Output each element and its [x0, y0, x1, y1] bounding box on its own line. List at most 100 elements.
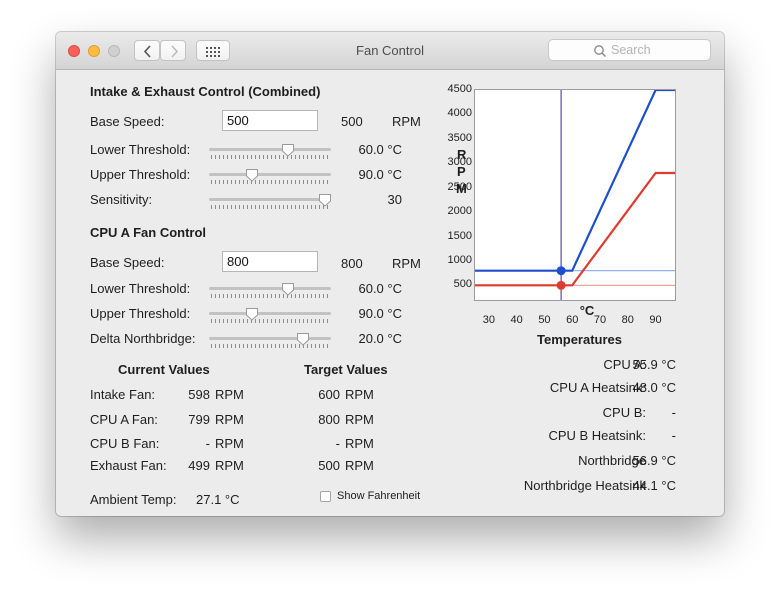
ambient-temp-value: 27.1 °C — [196, 492, 240, 507]
intake-upper-threshold-slider[interactable] — [209, 169, 331, 189]
intake-upper-threshold-label: Upper Threshold: — [90, 167, 191, 182]
delta-northbridge-value: 20.0 °C — [358, 331, 402, 346]
exhaust-fan-current-unit: RPM — [215, 458, 244, 473]
fan-control-window: Fan Control Search Intake & Exhaust Cont… — [56, 32, 724, 516]
y-tick-label: 1500 — [447, 229, 472, 242]
series-line-0 — [475, 90, 675, 272]
intake-lower-threshold-value: 60.0 °C — [358, 142, 402, 157]
grid-icon — [206, 47, 220, 57]
back-arrow-icon — [143, 45, 151, 58]
cpu-a-base-speed-value: 800 — [341, 256, 363, 271]
cpu-b-fan-current: - — [205, 436, 210, 451]
slider-knob[interactable] — [281, 143, 295, 157]
intake-fan-target-unit: RPM — [345, 387, 374, 402]
intake-fan-target: 600 — [318, 387, 340, 402]
cpu-a-fan-current: 799 — [188, 412, 210, 427]
y-tick-label: 500 — [453, 278, 472, 291]
forward-arrow-icon — [171, 45, 179, 58]
fan-curve-plot — [475, 90, 675, 300]
y-tick-label: 3500 — [447, 131, 472, 144]
cpu-a-upper-threshold-value: 90.0 °C — [358, 306, 402, 321]
back-button[interactable] — [134, 40, 160, 61]
y-tick-label: 2000 — [447, 205, 472, 218]
y-tick-label: 1000 — [447, 253, 472, 266]
cpu-a-fan-current-unit: RPM — [215, 412, 244, 427]
intake-lower-threshold-label: Lower Threshold: — [90, 142, 191, 157]
slider-knob[interactable] — [318, 193, 332, 207]
cpu-a-heatsink-value: 48.0 °C — [632, 380, 676, 395]
sensitivity-label: Sensitivity: — [90, 192, 153, 207]
cpu-b-fan-current-unit: RPM — [215, 436, 244, 451]
cpu-b-fan-target-unit: RPM — [345, 436, 374, 451]
cpu-a-lower-threshold-value: 60.0 °C — [358, 281, 402, 296]
cpu-a-heading: CPU A Fan Control — [90, 225, 207, 240]
ambient-temp-label: Ambient Temp: — [90, 492, 177, 507]
title-bar: Fan Control Search — [56, 32, 724, 70]
x-tick-label: 40 — [510, 314, 523, 326]
cpu-b-temp-value: - — [671, 405, 676, 420]
northbridge-temp-value: 56.9 °C — [632, 453, 676, 468]
current-point-marker-0 — [556, 266, 566, 276]
intake-fan-label: Intake Fan: — [90, 387, 156, 402]
y-tick-label: 2500 — [447, 180, 472, 193]
exhaust-fan-label: Exhaust Fan: — [90, 458, 167, 473]
delta-northbridge-slider[interactable] — [209, 333, 331, 353]
cpu-a-lower-threshold-label: Lower Threshold: — [90, 281, 191, 296]
intake-base-speed-value: 500 — [341, 114, 363, 129]
intake-fan-current-unit: RPM — [215, 387, 244, 402]
cpu-a-base-speed-input[interactable] — [222, 251, 318, 272]
intake-base-speed-input[interactable] — [222, 110, 318, 131]
target-values-heading: Target Values — [304, 362, 388, 377]
close-button[interactable] — [68, 45, 80, 57]
cpu-a-lower-threshold-slider[interactable] — [209, 283, 331, 303]
slider-knob[interactable] — [245, 168, 259, 182]
search-placeholder: Search — [611, 43, 651, 57]
cpu-a-upper-threshold-label: Upper Threshold: — [90, 306, 191, 321]
delta-northbridge-label: Delta Northbridge: — [90, 331, 196, 346]
sensitivity-value: 30 — [387, 192, 402, 207]
cpu-b-heatsink-value: - — [671, 428, 676, 443]
search-icon — [594, 45, 606, 57]
cpu-a-fan-target-unit: RPM — [345, 412, 374, 427]
intake-heading: Intake & Exhaust Control (Combined) — [90, 84, 321, 99]
temperatures-heading: Temperatures — [537, 332, 623, 347]
intake-upper-threshold-value: 90.0 °C — [358, 167, 402, 182]
x-tick-label: 30 — [482, 314, 495, 326]
exhaust-fan-target: 500 — [318, 458, 340, 473]
cpu-b-fan-target: - — [335, 436, 340, 451]
x-tick-label: 90 — [649, 314, 662, 326]
current-point-marker-1 — [556, 280, 566, 290]
y-tick-label: 4500 — [447, 83, 472, 95]
window-title: Fan Control — [356, 43, 424, 58]
x-tick-label: 70 — [593, 314, 607, 326]
cpu-a-base-speed-label: Base Speed: — [90, 255, 165, 270]
intake-base-speed-label: Base Speed: — [90, 114, 165, 129]
current-values-heading: Current Values — [118, 362, 210, 377]
show-fahrenheit-checkbox[interactable] — [320, 491, 331, 502]
forward-button[interactable] — [160, 40, 186, 61]
fan-curve-graph — [474, 89, 676, 301]
y-tick-label: 4000 — [447, 107, 472, 120]
cpu-b-fan-label: CPU B Fan: — [90, 436, 160, 451]
exhaust-fan-target-unit: RPM — [345, 458, 374, 473]
grid-view-button[interactable] — [196, 40, 230, 61]
slider-knob[interactable] — [296, 332, 310, 346]
slider-knob[interactable] — [245, 307, 259, 321]
intake-lower-threshold-slider[interactable] — [209, 144, 331, 164]
intake-fan-current: 598 — [188, 387, 210, 402]
intake-base-speed-unit: RPM — [392, 114, 421, 129]
cpu-a-fan-target: 800 — [318, 412, 340, 427]
slider-knob[interactable] — [281, 282, 295, 296]
zoom-button[interactable] — [108, 45, 120, 57]
x-tick-label: 60 — [566, 314, 579, 326]
northbridge-heatsink-value: 44.1 °C — [632, 478, 676, 493]
sensitivity-slider[interactable] — [209, 194, 331, 214]
minimize-button[interactable] — [88, 45, 100, 57]
show-fahrenheit-label[interactable]: Show Fahrenheit — [337, 490, 420, 502]
cpu-a-upper-threshold-slider[interactable] — [209, 308, 331, 328]
search-field[interactable]: Search — [548, 39, 711, 61]
series-line-1 — [475, 171, 675, 287]
cpu-a-temp-value: 55.9 °C — [632, 357, 676, 372]
y-tick-label: 3000 — [447, 156, 472, 169]
cpu-a-fan-label: CPU A Fan: — [90, 412, 158, 427]
